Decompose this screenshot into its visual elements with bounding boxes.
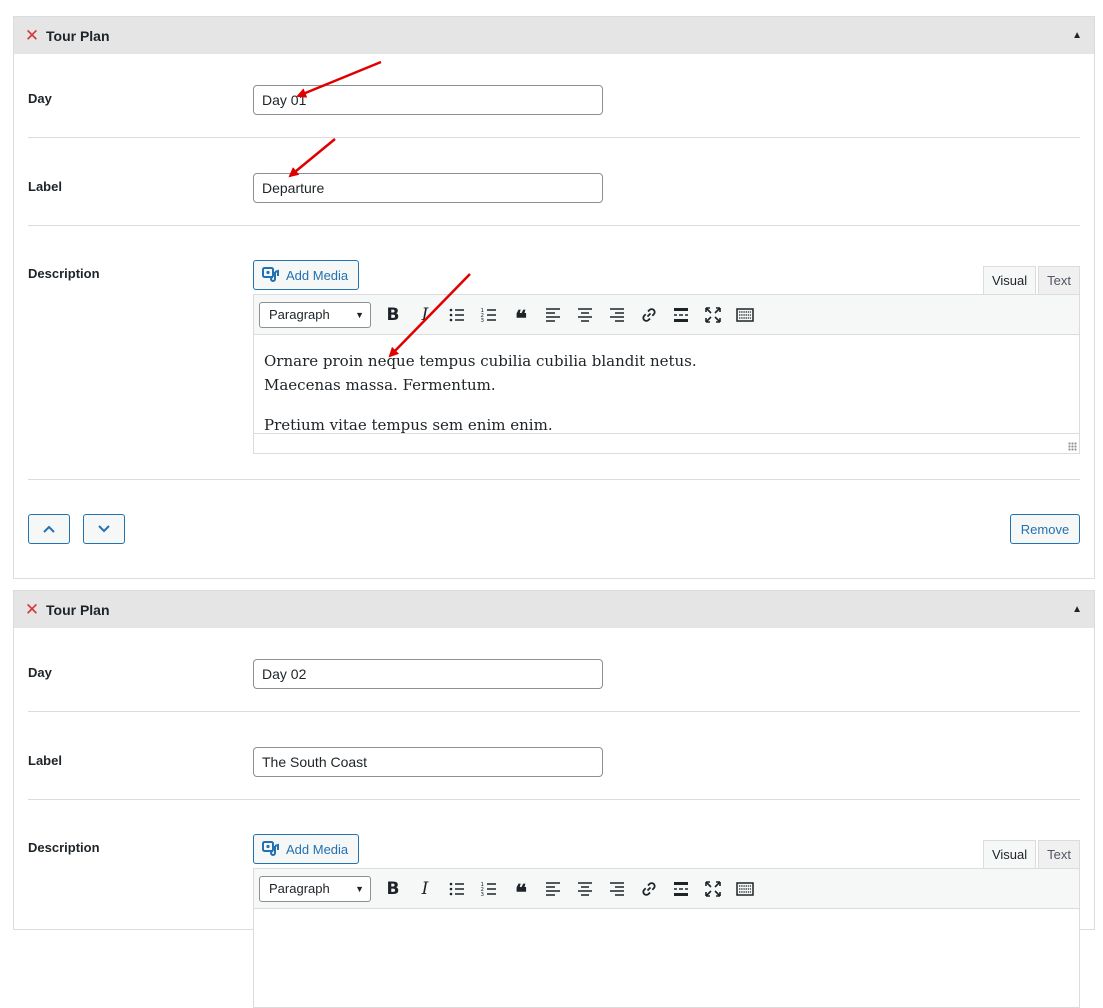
numbered-list-icon[interactable]: 123: [473, 874, 505, 904]
label-field: Label: [28, 138, 1080, 226]
remove-group-icon[interactable]: ✕: [24, 27, 40, 44]
move-down-button[interactable]: [83, 514, 125, 544]
align-left-icon[interactable]: [537, 874, 569, 904]
bold-icon[interactable]: B: [377, 300, 409, 330]
align-right-icon[interactable]: [601, 874, 633, 904]
format-select-value: Paragraph: [269, 881, 330, 896]
editor-wrap: Add Media Visual Text Paragraph ▼ B I 1 …: [28, 834, 1080, 1008]
bullet-list-icon[interactable]: [441, 300, 473, 330]
day-field: Day: [28, 628, 1080, 712]
tab-visual[interactable]: Visual: [982, 840, 1037, 868]
tab-visual[interactable]: Visual: [982, 266, 1037, 294]
toolbar-toggle-icon[interactable]: [729, 874, 761, 904]
toolbar-toggle-icon[interactable]: [729, 300, 761, 330]
fullscreen-icon[interactable]: [697, 874, 729, 904]
blockquote-icon[interactable]: ❝: [505, 874, 537, 904]
editor-toolbar: Paragraph ▼ B I 123 ❝: [254, 295, 1079, 335]
align-center-icon[interactable]: [569, 874, 601, 904]
label-label: Label: [28, 179, 62, 194]
format-select[interactable]: Paragraph ▼: [259, 301, 371, 328]
collapse-arrow-icon[interactable]: ▲: [1072, 30, 1082, 41]
bold-icon[interactable]: B: [377, 874, 409, 904]
svg-text:3: 3: [481, 892, 485, 898]
numbered-list-icon[interactable]: 123: [473, 300, 505, 330]
day-label: Day: [28, 665, 52, 680]
chevron-up-icon: [43, 525, 55, 533]
remove-group-icon[interactable]: ✕: [24, 601, 40, 618]
bullet-list-icon[interactable]: [441, 874, 473, 904]
add-media-button[interactable]: Add Media: [253, 834, 359, 864]
italic-icon[interactable]: I: [409, 300, 441, 330]
align-center-icon[interactable]: [569, 300, 601, 330]
day-input[interactable]: [253, 85, 603, 115]
page: ✕ Tour Plan ▲ Day Label Description: [0, 0, 1103, 1008]
read-more-icon[interactable]: [665, 874, 697, 904]
remove-button[interactable]: Remove: [1010, 514, 1080, 544]
tab-text[interactable]: Text: [1038, 266, 1080, 294]
align-right-icon[interactable]: [601, 300, 633, 330]
resize-handle-icon[interactable]: [1068, 442, 1077, 451]
editor-resize-bar: [254, 433, 1079, 453]
editor-toolbar: Paragraph ▼ B I 123 ❝: [254, 869, 1079, 909]
content-line-3: Pretium vitae tempus sem enim enim.: [264, 416, 553, 433]
label-input[interactable]: [253, 747, 603, 777]
group-title: Tour Plan: [46, 27, 110, 44]
group-header[interactable]: ✕ Tour Plan ▲: [14, 17, 1094, 54]
link-icon[interactable]: [633, 874, 665, 904]
align-left-icon[interactable]: [537, 300, 569, 330]
chevron-down-icon: [98, 525, 110, 533]
link-icon[interactable]: [633, 300, 665, 330]
tour-plan-group-1: ✕ Tour Plan ▲ Day Label Description: [13, 16, 1095, 579]
label-field: Label: [28, 712, 1080, 800]
collapse-arrow-icon[interactable]: ▲: [1072, 604, 1082, 615]
read-more-icon[interactable]: [665, 300, 697, 330]
editor-content[interactable]: Ornare proin neque tempus cubilia cubili…: [254, 335, 1079, 433]
description-field: Description Add Media Visual Text Paragr…: [28, 226, 1080, 480]
blockquote-icon[interactable]: ❝: [505, 300, 537, 330]
editor-tabs: Visual Text: [982, 266, 1080, 294]
day-field: Day: [28, 54, 1080, 138]
day-label: Day: [28, 91, 52, 106]
format-select-value: Paragraph: [269, 307, 330, 322]
chevron-down-icon: ▼: [355, 883, 364, 894]
add-media-icon: [262, 267, 279, 282]
add-media-icon: [262, 841, 279, 856]
editor-wrap: Add Media Visual Text Paragraph ▼ B I 1 …: [28, 260, 1080, 456]
group-title: Tour Plan: [46, 601, 110, 618]
content-line-1: Ornare proin neque tempus cubilia cubili…: [264, 352, 697, 370]
editor-box: Paragraph ▼ B I 123 ❝: [253, 868, 1080, 1008]
italic-icon[interactable]: I: [409, 874, 441, 904]
label-label: Label: [28, 753, 62, 768]
add-media-button[interactable]: Add Media: [253, 260, 359, 290]
content-line-2: Maecenas massa. Fermentum.: [264, 376, 496, 394]
group-header[interactable]: ✕ Tour Plan ▲: [14, 591, 1094, 628]
chevron-down-icon: ▼: [355, 309, 364, 320]
add-media-label: Add Media: [286, 841, 349, 857]
editor-tabs: Visual Text: [982, 840, 1080, 868]
format-select[interactable]: Paragraph ▼: [259, 875, 371, 902]
editor-content[interactable]: [254, 909, 1079, 1007]
move-up-button[interactable]: [28, 514, 70, 544]
fullscreen-icon[interactable]: [697, 300, 729, 330]
tab-text[interactable]: Text: [1038, 840, 1080, 868]
label-input[interactable]: [253, 173, 603, 203]
svg-text:3: 3: [481, 318, 485, 324]
add-media-label: Add Media: [286, 267, 349, 283]
day-input[interactable]: [253, 659, 603, 689]
editor-box: Paragraph ▼ B I 123 ❝: [253, 294, 1080, 454]
tour-plan-group-2: ✕ Tour Plan ▲ Day Label Description: [13, 590, 1095, 1008]
description-field: Description Add Media Visual Text Paragr…: [28, 800, 1080, 1008]
